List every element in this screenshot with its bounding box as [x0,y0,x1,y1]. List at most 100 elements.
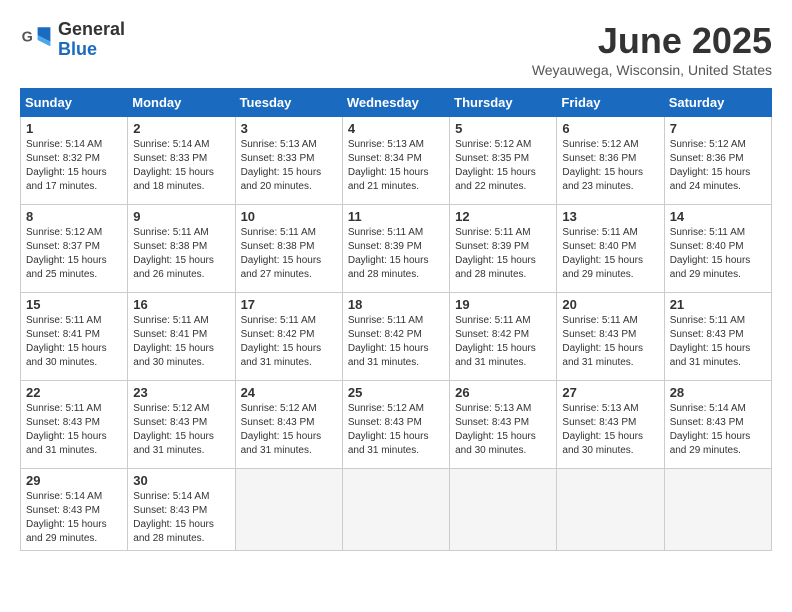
day-number: 18 [348,297,444,312]
calendar-cell [664,469,771,551]
day-number: 27 [562,385,658,400]
day-info: Sunrise: 5:14 AM Sunset: 8:32 PM Dayligh… [26,138,122,194]
calendar-cell: 21 Sunrise: 5:11 AM Sunset: 8:43 PM Dayli… [664,293,771,381]
calendar-cell [557,469,664,551]
day-number: 29 [26,473,122,488]
day-number: 9 [133,209,229,224]
day-info: Sunrise: 5:14 AM Sunset: 8:43 PM Dayligh… [670,402,766,458]
logo-icon: G [20,24,52,56]
calendar-week-row: 29 Sunrise: 5:14 AM Sunset: 8:43 PM Dayli… [21,469,772,551]
day-number: 11 [348,209,444,224]
calendar-header-tuesday: Tuesday [235,89,342,117]
day-info: Sunrise: 5:11 AM Sunset: 8:42 PM Dayligh… [455,314,551,370]
day-number: 8 [26,209,122,224]
calendar-week-row: 1 Sunrise: 5:14 AM Sunset: 8:32 PM Daylig… [21,117,772,205]
calendar-cell: 4 Sunrise: 5:13 AM Sunset: 8:34 PM Daylig… [342,117,449,205]
day-number: 12 [455,209,551,224]
calendar-cell: 27 Sunrise: 5:13 AM Sunset: 8:43 PM Dayli… [557,381,664,469]
calendar-week-row: 22 Sunrise: 5:11 AM Sunset: 8:43 PM Dayli… [21,381,772,469]
calendar-week-row: 15 Sunrise: 5:11 AM Sunset: 8:41 PM Dayli… [21,293,772,381]
day-number: 14 [670,209,766,224]
calendar-cell: 18 Sunrise: 5:11 AM Sunset: 8:42 PM Dayli… [342,293,449,381]
day-info: Sunrise: 5:12 AM Sunset: 8:43 PM Dayligh… [241,402,337,458]
day-info: Sunrise: 5:14 AM Sunset: 8:43 PM Dayligh… [26,490,122,546]
calendar-cell: 14 Sunrise: 5:11 AM Sunset: 8:40 PM Dayli… [664,205,771,293]
calendar-week-row: 8 Sunrise: 5:12 AM Sunset: 8:37 PM Daylig… [21,205,772,293]
logo-text: General Blue [58,20,125,60]
day-info: Sunrise: 5:12 AM Sunset: 8:37 PM Dayligh… [26,226,122,282]
calendar-header-sunday: Sunday [21,89,128,117]
day-number: 13 [562,209,658,224]
day-info: Sunrise: 5:14 AM Sunset: 8:33 PM Dayligh… [133,138,229,194]
calendar-cell: 12 Sunrise: 5:11 AM Sunset: 8:39 PM Dayli… [450,205,557,293]
calendar-cell: 22 Sunrise: 5:11 AM Sunset: 8:43 PM Dayli… [21,381,128,469]
month-title: June 2025 [532,20,772,62]
calendar-cell: 26 Sunrise: 5:13 AM Sunset: 8:43 PM Dayli… [450,381,557,469]
day-number: 21 [670,297,766,312]
calendar-cell: 17 Sunrise: 5:11 AM Sunset: 8:42 PM Dayli… [235,293,342,381]
day-info: Sunrise: 5:12 AM Sunset: 8:36 PM Dayligh… [562,138,658,194]
calendar-cell: 30 Sunrise: 5:14 AM Sunset: 8:43 PM Dayli… [128,469,235,551]
day-number: 30 [133,473,229,488]
calendar-cell: 10Sunrise: 5:11 AM Sunset: 8:38 PM Dayli… [235,205,342,293]
day-number: 19 [455,297,551,312]
svg-text:G: G [22,29,33,45]
day-number: 5 [455,121,551,136]
day-info: Sunrise: 5:12 AM Sunset: 8:43 PM Dayligh… [133,402,229,458]
day-number: 22 [26,385,122,400]
calendar-cell: 9 Sunrise: 5:11 AM Sunset: 8:38 PM Daylig… [128,205,235,293]
day-number: 3 [241,121,337,136]
calendar-cell: 5 Sunrise: 5:12 AM Sunset: 8:35 PM Daylig… [450,117,557,205]
day-info: Sunrise: 5:11 AM Sunset: 8:38 PM Dayligh… [241,226,337,282]
day-number: 17 [241,297,337,312]
day-number: 23 [133,385,229,400]
day-info: Sunrise: 5:14 AM Sunset: 8:43 PM Dayligh… [133,490,229,546]
logo-blue-text: Blue [58,40,125,60]
day-number: 25 [348,385,444,400]
day-info: Sunrise: 5:13 AM Sunset: 8:43 PM Dayligh… [562,402,658,458]
day-number: 7 [670,121,766,136]
calendar-header-thursday: Thursday [450,89,557,117]
calendar-table: SundayMondayTuesdayWednesdayThursdayFrid… [20,88,772,551]
calendar-cell: 13 Sunrise: 5:11 AM Sunset: 8:40 PM Dayli… [557,205,664,293]
day-info: Sunrise: 5:11 AM Sunset: 8:40 PM Dayligh… [562,226,658,282]
day-number: 15 [26,297,122,312]
day-number: 1 [26,121,122,136]
logo-general-text: General [58,20,125,40]
day-info: Sunrise: 5:13 AM Sunset: 8:33 PM Dayligh… [241,138,337,194]
day-info: Sunrise: 5:11 AM Sunset: 8:39 PM Dayligh… [455,226,551,282]
day-info: Sunrise: 5:11 AM Sunset: 8:42 PM Dayligh… [241,314,337,370]
day-info: Sunrise: 5:13 AM Sunset: 8:34 PM Dayligh… [348,138,444,194]
calendar-cell: 23 Sunrise: 5:12 AM Sunset: 8:43 PM Dayli… [128,381,235,469]
day-info: Sunrise: 5:12 AM Sunset: 8:35 PM Dayligh… [455,138,551,194]
day-info: Sunrise: 5:11 AM Sunset: 8:42 PM Dayligh… [348,314,444,370]
day-number: 20 [562,297,658,312]
calendar-cell: 25 Sunrise: 5:12 AM Sunset: 8:43 PM Dayli… [342,381,449,469]
day-number: 28 [670,385,766,400]
day-info: Sunrise: 5:11 AM Sunset: 8:38 PM Dayligh… [133,226,229,282]
calendar-cell: 19 Sunrise: 5:11 AM Sunset: 8:42 PM Dayli… [450,293,557,381]
calendar-cell: 11Sunrise: 5:11 AM Sunset: 8:39 PM Dayli… [342,205,449,293]
calendar-cell: 1 Sunrise: 5:14 AM Sunset: 8:32 PM Daylig… [21,117,128,205]
day-number: 26 [455,385,551,400]
calendar-cell: 29 Sunrise: 5:14 AM Sunset: 8:43 PM Dayli… [21,469,128,551]
day-number: 2 [133,121,229,136]
calendar-cell [342,469,449,551]
day-info: Sunrise: 5:11 AM Sunset: 8:43 PM Dayligh… [562,314,658,370]
day-info: Sunrise: 5:12 AM Sunset: 8:43 PM Dayligh… [348,402,444,458]
calendar-header-saturday: Saturday [664,89,771,117]
day-info: Sunrise: 5:11 AM Sunset: 8:43 PM Dayligh… [670,314,766,370]
day-info: Sunrise: 5:11 AM Sunset: 8:40 PM Dayligh… [670,226,766,282]
day-number: 6 [562,121,658,136]
day-info: Sunrise: 5:11 AM Sunset: 8:41 PM Dayligh… [133,314,229,370]
logo: G General Blue [20,20,125,60]
calendar-header-wednesday: Wednesday [342,89,449,117]
page-header: G General Blue June 2025 Weyauwega, Wisc… [20,20,772,78]
day-number: 4 [348,121,444,136]
day-number: 16 [133,297,229,312]
location: Weyauwega, Wisconsin, United States [532,62,772,78]
day-info: Sunrise: 5:11 AM Sunset: 8:43 PM Dayligh… [26,402,122,458]
calendar-cell: 7Sunrise: 5:12 AM Sunset: 8:36 PM Daylig… [664,117,771,205]
day-info: Sunrise: 5:13 AM Sunset: 8:43 PM Dayligh… [455,402,551,458]
calendar-cell: 8 Sunrise: 5:12 AM Sunset: 8:37 PM Daylig… [21,205,128,293]
